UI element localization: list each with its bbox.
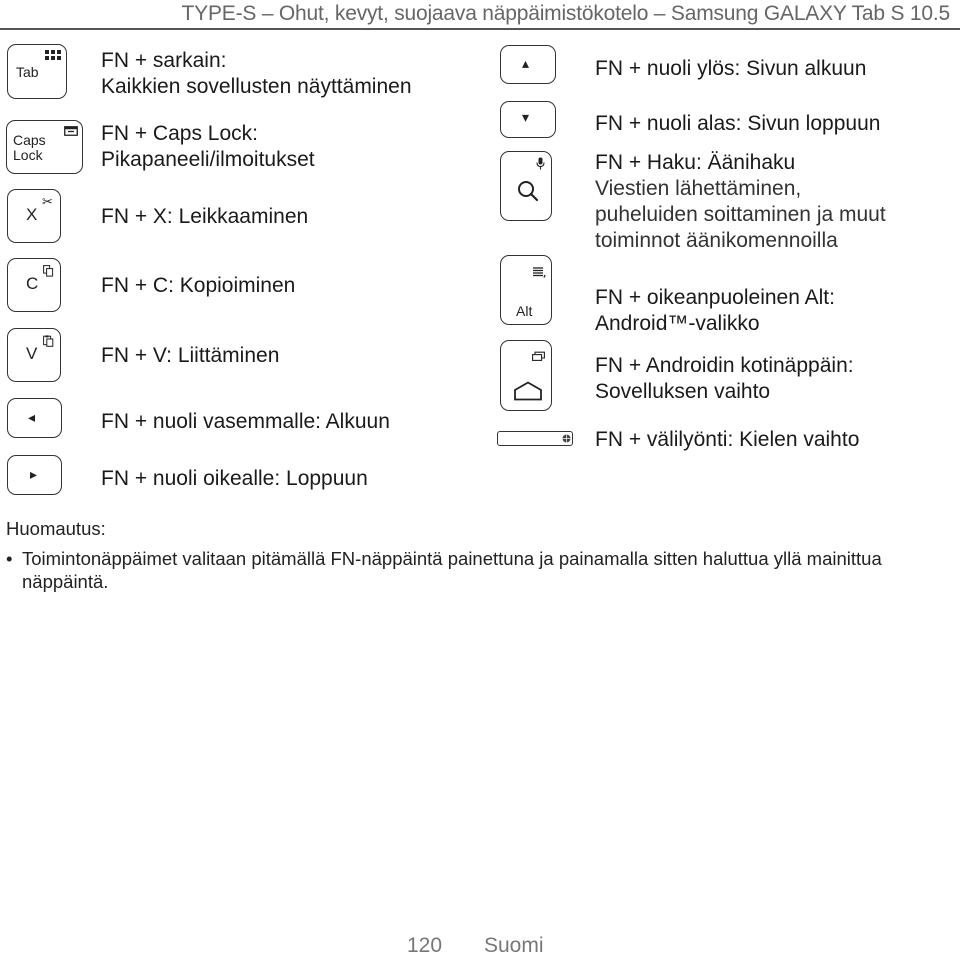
caps-lock-key-label-1: Caps xyxy=(13,132,46,148)
caps-lock-shortcut-title: FN + Caps Lock: xyxy=(101,122,258,145)
bullet-icon: • xyxy=(6,548,13,569)
v-key: V xyxy=(7,328,61,382)
arrow-down-shortcut-desc: FN + nuoli alas: Sivun loppuun xyxy=(595,111,880,137)
v-shortcut-desc: FN + V: Liittäminen xyxy=(101,343,279,369)
home-shortcut-desc: FN + Androidin kotinäppäin: Sovelluksen … xyxy=(595,353,854,405)
page-footer: 120 Suomi xyxy=(0,934,960,960)
page-number: 120 xyxy=(407,934,443,957)
home-shortcut-title: FN + Androidin kotinäppäin: xyxy=(595,354,854,377)
arrow-up-icon: ▴ xyxy=(522,55,530,71)
search-shortcut-detail-2: puheluiden soittaminen ja muut xyxy=(595,203,886,226)
paste-icon xyxy=(43,335,54,347)
copy-icon xyxy=(43,265,54,277)
page-title: TYPE-S – Ohut, kevyt, suojaava näppäimis… xyxy=(181,2,951,25)
tab-shortcut-action: Kaikkien sovellusten näyttäminen xyxy=(101,75,412,98)
x-shortcut-desc: FN + X: Leikkaaminen xyxy=(101,204,308,230)
arrow-left-shortcut-title: FN + nuoli vasemmalle: Alkuun xyxy=(101,410,390,433)
tab-key: Tab xyxy=(7,44,67,99)
arrow-down-icon: ▾ xyxy=(522,109,530,125)
note-heading: Huomautus: xyxy=(6,518,106,539)
search-key xyxy=(500,151,552,221)
arrow-up-key: ▴ xyxy=(500,45,556,84)
tab-key-label: Tab xyxy=(16,64,39,80)
notification-panel-icon xyxy=(64,126,78,136)
arrow-right-icon: ▸ xyxy=(30,466,38,482)
recent-apps-icon xyxy=(532,351,545,361)
alt-key: Alt xyxy=(500,255,552,325)
v-key-label: V xyxy=(26,344,38,363)
alt-shortcut-title: FN + oikeanpuoleinen Alt: xyxy=(595,286,835,309)
apps-grid-icon xyxy=(45,50,61,60)
page-language: Suomi xyxy=(484,934,544,957)
tab-shortcut-title: FN + sarkain: xyxy=(101,49,227,72)
arrow-right-shortcut-desc: FN + nuoli oikealle: Loppuun xyxy=(101,466,368,492)
caps-lock-shortcut-action: Pikapaneeli/ilmoitukset xyxy=(101,148,315,171)
search-shortcut-detail-3: toiminnot äänikomennoilla xyxy=(595,229,838,252)
search-shortcut-detail-1: Viestien lähettäminen, xyxy=(595,177,802,200)
arrow-down-shortcut-title: FN + nuoli alas: Sivun loppuun xyxy=(595,112,881,135)
home-shortcut-action: Sovelluksen vaihto xyxy=(595,380,771,403)
c-shortcut-title: FN + C: Kopioiminen xyxy=(101,274,296,297)
microphone-icon xyxy=(536,157,545,170)
arrow-up-shortcut-desc: FN + nuoli ylös: Sivun alkuun xyxy=(595,56,866,82)
menu-icon xyxy=(533,267,546,278)
x-key-label: X xyxy=(26,205,38,224)
arrow-left-shortcut-desc: FN + nuoli vasemmalle: Alkuun xyxy=(101,409,390,435)
search-shortcut-title: FN + Haku: Äänihaku xyxy=(595,151,796,174)
space-shortcut-title: FN + välilyönti: Kielen vaihto xyxy=(595,428,860,451)
header-divider xyxy=(0,28,960,30)
c-key: C xyxy=(7,258,61,312)
space-shortcut-desc: FN + välilyönti: Kielen vaihto xyxy=(595,427,859,453)
alt-key-label: Alt xyxy=(516,303,533,319)
search-shortcut-desc: FN + Haku: Äänihaku Viestien lähettämine… xyxy=(595,150,886,254)
tab-shortcut-desc: FN + sarkain: Kaikkien sovellusten näytt… xyxy=(101,48,412,100)
caps-lock-key-label-2: Lock xyxy=(13,147,43,163)
space-key xyxy=(497,431,573,446)
scissors-icon: ✂ xyxy=(42,194,53,209)
alt-shortcut-desc: FN + oikeanpuoleinen Alt: Android™-valik… xyxy=(595,285,835,337)
arrow-right-shortcut-title: FN + nuoli oikealle: Loppuun xyxy=(101,467,368,490)
arrow-down-key: ▾ xyxy=(500,101,556,138)
x-shortcut-title: FN + X: Leikkaaminen xyxy=(101,205,309,228)
home-icon xyxy=(514,381,542,401)
globe-icon xyxy=(562,434,571,442)
caps-lock-key: Caps Lock xyxy=(6,120,83,174)
note-text: Toimintonäppäimet valitaan pitämällä FN-… xyxy=(22,548,882,592)
c-key-label: C xyxy=(26,274,39,293)
c-shortcut-desc: FN + C: Kopioiminen xyxy=(101,273,295,299)
arrow-up-shortcut-title: FN + nuoli ylös: Sivun alkuun xyxy=(595,57,867,80)
page-header: TYPE-S – Ohut, kevyt, suojaava näppäimis… xyxy=(0,0,960,30)
arrow-left-icon: ◂ xyxy=(28,409,36,425)
arrow-left-key: ◂ xyxy=(7,398,62,438)
alt-shortcut-action: Android™-valikko xyxy=(595,312,760,335)
v-shortcut-title: FN + V: Liittäminen xyxy=(101,344,280,367)
home-key xyxy=(500,340,552,411)
search-icon xyxy=(518,181,539,202)
x-key: X ✂ xyxy=(7,189,61,243)
caps-lock-shortcut-desc: FN + Caps Lock: Pikapaneeli/ilmoitukset xyxy=(101,121,315,173)
arrow-right-key: ▸ xyxy=(7,455,62,495)
